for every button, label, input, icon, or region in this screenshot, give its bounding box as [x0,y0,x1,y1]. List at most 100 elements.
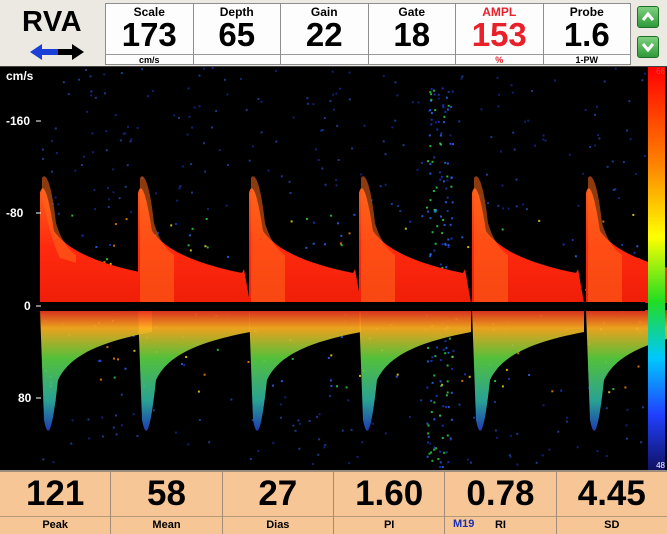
measure-label: Mean [111,516,222,534]
speckle-dot [306,97,309,100]
speckle-dot [451,201,454,204]
speckle-dot [612,388,615,390]
speckle-dot [444,161,447,164]
speckle-dot [198,419,201,421]
speckle-dot [101,435,104,438]
speckle-dot [203,142,206,145]
speckle-dot [198,105,201,108]
speckle-dot [433,418,436,421]
colorbar-max-label: 66 [656,67,665,76]
speckle-dot [512,131,515,134]
speckle-dot [560,389,563,392]
speckle-dot [170,224,173,227]
speckle-dot [54,127,57,130]
speckle-dot [625,424,628,427]
speckle-dot [516,463,519,466]
param-ampl[interactable]: AMPL 153 % [456,4,544,65]
speckle-dot [67,93,70,96]
speckle-dot [427,346,430,349]
speckle-dot [245,108,248,111]
speckle-dot [348,98,351,101]
speckle-dot [247,361,250,363]
speckle-dot [497,204,500,207]
measure-dias: 27 Dias [222,472,334,534]
speckle-dot [181,165,184,168]
speckle-dot [441,466,444,468]
speckle-dot [594,113,596,116]
speckle-dot [179,185,182,188]
speckle-dot [617,197,620,199]
speckle-dot [635,172,638,175]
speckle-dot [509,455,512,458]
speckle-dot [294,429,297,432]
speckle-dot [306,102,309,105]
speckle-dot [384,183,387,186]
speckle-dot [331,70,334,73]
tcd-monitor-screen: RVA Scale 173 cm/s Depth 65 Gain 22 Gate… [0,0,667,534]
speckle-dot [435,121,437,124]
measure-value: 4.45 [577,474,646,513]
param-value: 65 [218,16,256,53]
speckle-dot [447,406,450,409]
speckle-dot [441,243,444,246]
speckle-dot [644,72,647,75]
tick-label: -80 [6,206,24,220]
speckle-dot [493,401,496,404]
speckle-dot [446,196,449,199]
speckle-dot [447,90,450,93]
param-depth[interactable]: Depth 65 [193,4,281,64]
speckle-dot [441,232,444,235]
param-probe[interactable]: Probe 1.6 1-PW [543,4,630,65]
speckle-dot [500,150,502,153]
speckle-dot [450,177,453,179]
speckle-dot [644,155,646,157]
speckle-dot [91,132,94,135]
speckle-dot [496,76,499,79]
speckle-dot [132,413,135,416]
speckle-dot [51,170,54,173]
speckle-dot [95,246,98,248]
speckle-dot [56,152,58,154]
speckle-dot [124,367,127,370]
speckle-dot [513,148,516,151]
speckle-dot [191,227,194,230]
speckle-dot [394,119,397,122]
speckle-dot [416,168,419,171]
speckle-dot [605,407,608,410]
scroll-down-button[interactable] [637,36,659,58]
speckle-dot [94,96,97,99]
speckle-dot [216,348,219,351]
speckle-dot [444,340,447,343]
param-unit [368,54,455,65]
speckle-dot [173,114,176,117]
speckle-dot [323,243,326,246]
tick-label: 80 [18,391,32,405]
speckle-dot [211,67,214,69]
speckle-dot [260,100,263,103]
scroll-up-button[interactable] [637,6,659,28]
speckle-dot [464,373,466,376]
speckle-dot [542,404,545,407]
speckle-dot [541,454,544,457]
speckle-dot [434,355,437,358]
speckle-dot [340,244,343,247]
event-marker-label: M19 [453,518,475,530]
speckle-dot [290,220,293,223]
speckle-dot [90,94,93,97]
param-gate[interactable]: Gate 18 [368,4,456,65]
speckle-dot [450,391,453,394]
param-scale[interactable]: Scale 173 cm/s [106,4,194,65]
param-gain[interactable]: Gain 22 [281,4,369,64]
speckle-dot [86,110,89,113]
speckle-dot [51,140,53,143]
speckle-dot [317,159,320,161]
speckle-dot [446,209,449,212]
speckle-dot [420,161,423,164]
speckle-dot [103,92,106,95]
speckle-dot [427,424,430,427]
speckle-dot [298,447,301,450]
speckle-dot [187,443,190,446]
speckle-dot [409,416,411,418]
speckle-dot [348,462,351,465]
speckle-dot [480,108,483,111]
